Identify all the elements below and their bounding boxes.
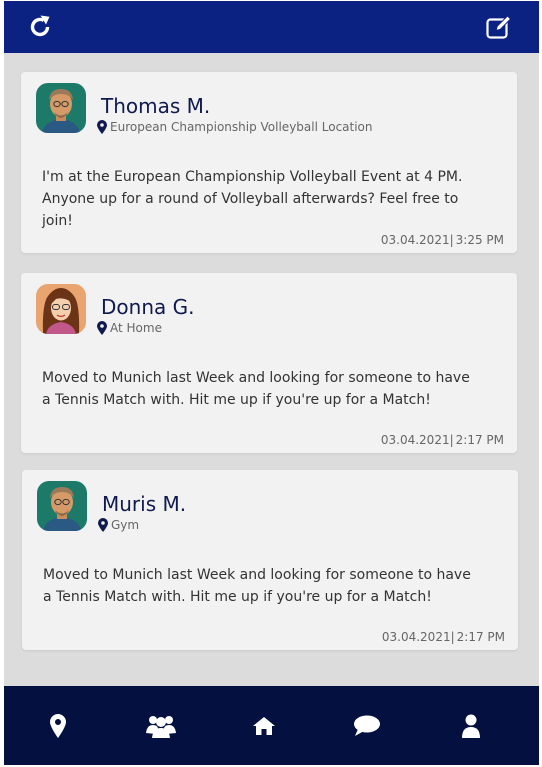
edit-icon [486, 15, 512, 39]
profile-icon [462, 714, 480, 738]
nav-profile-button[interactable] [453, 708, 489, 744]
refresh-icon [30, 15, 50, 37]
group-icon [146, 716, 176, 738]
avatar-man-icon [37, 481, 87, 531]
post-location: Gym [98, 518, 139, 532]
post-location-label: Gym [111, 518, 140, 532]
avatar[interactable] [36, 284, 86, 334]
bottom-nav-bar [4, 686, 539, 765]
top-app-bar [4, 1, 539, 53]
avatar[interactable] [36, 83, 86, 133]
post-time: 2:17 PM [456, 630, 505, 644]
location-pin-icon [98, 518, 108, 532]
post-message: I'm at the European Championship Volleyb… [42, 169, 463, 229]
post-timestamp: 03.04.2021| 2:17 PM [380, 433, 504, 447]
nav-map-button[interactable] [40, 708, 76, 744]
post-date: 03.04.2021 [381, 630, 451, 644]
post-time: 3:25 PM [455, 233, 504, 247]
post-timestamp: 03.04.2021| 2:17 PM [381, 630, 505, 644]
post-date: 03.04.2021 [380, 433, 450, 447]
post-location: European Championship Volleyball Locatio… [97, 120, 373, 134]
refresh-button[interactable] [26, 13, 54, 41]
location-pin-icon [97, 120, 107, 134]
post-date: 03.04.2021 [380, 233, 450, 247]
post-author-name[interactable]: Donna G. [101, 295, 194, 319]
app-screen: Thomas M. European Championship Volleyba… [4, 1, 539, 765]
avatar-woman-icon [36, 284, 86, 334]
post-location-label: European Championship Volleyball Locatio… [110, 120, 373, 134]
home-icon [253, 717, 275, 735]
post-timestamp: 03.04.2021| 3:25 PM [380, 233, 504, 247]
post-card[interactable]: Donna G. At Home Moved to Munich last We… [21, 273, 517, 453]
avatar-man-icon [36, 83, 86, 133]
post-time: 2:17 PM [455, 433, 504, 447]
chat-icon [354, 715, 380, 736]
map-pin-icon [50, 714, 66, 738]
compose-post-button[interactable] [485, 13, 513, 41]
nav-groups-button[interactable] [143, 708, 179, 744]
post-location: At Home [97, 321, 162, 335]
post-message: Moved to Munich last Week and looking fo… [43, 567, 471, 605]
post-location-label: At Home [110, 321, 162, 335]
post-author-name[interactable]: Thomas M. [101, 94, 210, 118]
post-message: Moved to Munich last Week and looking fo… [42, 370, 470, 408]
nav-chat-button[interactable] [349, 708, 385, 744]
avatar[interactable] [37, 481, 87, 531]
nav-home-button[interactable] [246, 708, 282, 744]
location-pin-icon [97, 321, 107, 335]
post-card[interactable]: Thomas M. European Championship Volleyba… [21, 72, 517, 253]
post-author-name[interactable]: Muris M. [102, 492, 186, 516]
post-card[interactable]: Muris M. Gym Moved to Munich last Week a… [22, 470, 518, 650]
